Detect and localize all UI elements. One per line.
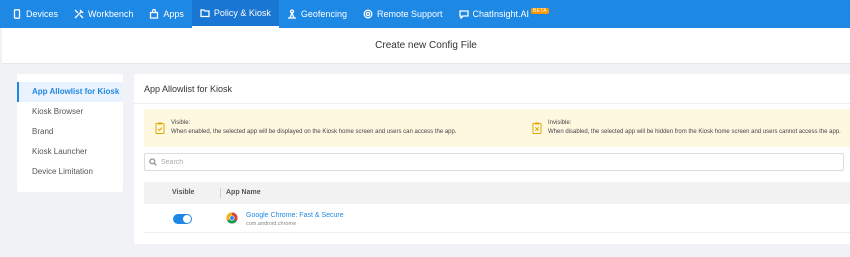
info-invisible-description: When disabled, the selected app will be …	[548, 129, 841, 135]
nav-label: Geofencing	[300, 9, 347, 19]
sidebar-item-app-allowlist[interactable]: App Allowlist for Kiosk	[17, 82, 123, 102]
nav-policy-kiosk[interactable]: Policy & Kiosk	[191, 0, 279, 28]
geofence-icon	[287, 9, 296, 19]
table-row[interactable]: Google Chrome: Fast & Secure com.android…	[144, 205, 850, 233]
nav-label: ChatInsight.AI	[472, 9, 530, 19]
nav-devices[interactable]: Devices	[4, 0, 66, 28]
toggle-knob	[183, 215, 191, 223]
settings-sidebar: App Allowlist for Kiosk Kiosk Browser Br…	[17, 74, 123, 192]
column-divider	[220, 188, 221, 198]
search-icon	[149, 158, 157, 166]
column-header-app-name[interactable]: App Name	[226, 182, 261, 204]
main-panel: App Allowlist for Kiosk Visible: When en…	[134, 74, 850, 244]
top-navigation: Devices Workbench Apps Policy & Kiosk Ge…	[0, 0, 850, 28]
info-invisible-text: Invisible: When disabled, the selected a…	[548, 119, 841, 137]
page-header: Create new Config File	[2, 28, 850, 64]
nav-label: Devices	[26, 9, 59, 19]
visible-toggle[interactable]	[173, 214, 192, 224]
nav-geofencing[interactable]: Geofencing	[279, 0, 355, 28]
table-header: Visible App Name	[144, 182, 850, 204]
device-icon	[13, 9, 21, 19]
apps-icon	[150, 9, 159, 19]
nav-label: Remote Support	[376, 9, 443, 19]
remote-support-icon	[363, 9, 373, 19]
divider	[134, 103, 850, 104]
chat-icon	[458, 10, 469, 19]
page-title: Create new Config File	[375, 40, 477, 51]
nav-apps[interactable]: Apps	[141, 0, 192, 28]
search-box[interactable]	[144, 153, 844, 171]
clipboard-visible-icon	[155, 122, 165, 134]
section-title: App Allowlist for Kiosk	[144, 84, 233, 94]
nav-label: Workbench	[88, 9, 134, 19]
info-invisible-heading: Invisible:	[548, 120, 572, 126]
info-visible-description: When enabled, the selected app will be d…	[171, 129, 457, 135]
nav-workbench[interactable]: Workbench	[66, 0, 141, 28]
tools-icon	[74, 9, 84, 19]
app-name-link[interactable]: Google Chrome: Fast & Secure	[246, 212, 344, 219]
search-input[interactable]	[161, 158, 811, 166]
sidebar-item-brand[interactable]: Brand	[17, 122, 123, 142]
beta-badge: BETA	[531, 7, 549, 14]
folder-icon	[200, 9, 210, 18]
sidebar-item-device-limitation[interactable]: Device Limitation	[17, 162, 123, 182]
clipboard-invisible-icon	[532, 122, 542, 134]
app-package-name: com.android.chrome	[246, 221, 297, 227]
sidebar-item-kiosk-launcher[interactable]: Kiosk Launcher	[17, 142, 123, 162]
info-visible-text: Visible: When enabled, the selected app …	[171, 119, 457, 137]
info-visible: Visible: When enabled, the selected app …	[155, 109, 457, 147]
nav-label: Apps	[163, 9, 184, 19]
info-invisible: Invisible: When disabled, the selected a…	[532, 109, 841, 147]
column-header-visible[interactable]: Visible	[172, 182, 194, 204]
info-visible-heading: Visible:	[171, 120, 191, 126]
sidebar-item-kiosk-browser[interactable]: Kiosk Browser	[17, 102, 123, 122]
info-banner: Visible: When enabled, the selected app …	[144, 109, 850, 147]
nav-chatinsight[interactable]: ChatInsight.AI BETA	[451, 0, 557, 28]
nav-remote-support[interactable]: Remote Support	[355, 0, 451, 28]
nav-label: Policy & Kiosk	[213, 8, 271, 18]
chrome-icon	[226, 212, 238, 224]
